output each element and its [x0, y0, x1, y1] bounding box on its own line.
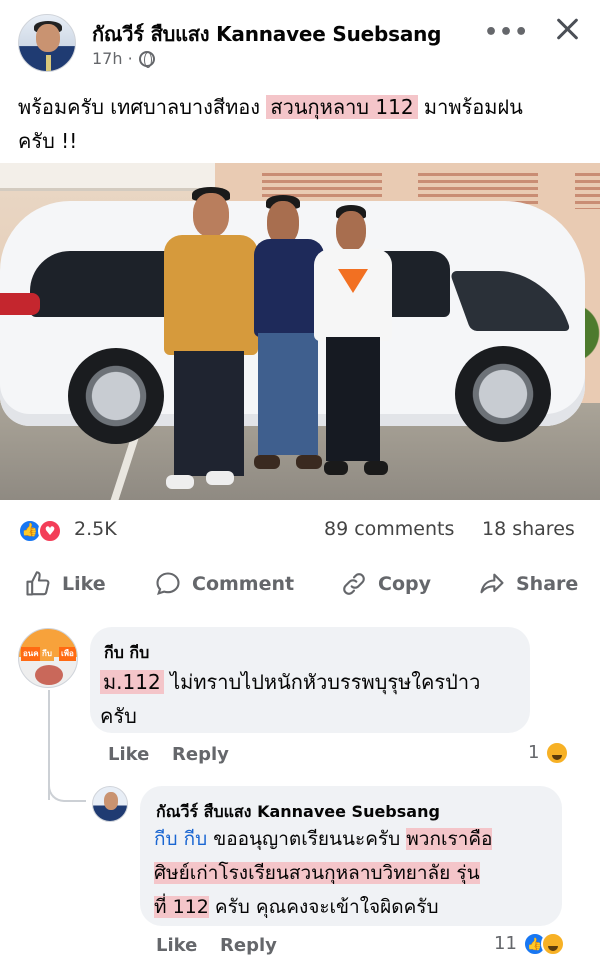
reply-highlight: ศิษย์เก่าโรงเรียนสวนกุหลาบวิทยาลัย รุ่น — [154, 862, 480, 884]
comment-reactions[interactable]: 1 — [528, 741, 570, 765]
post-header: กัณวีร์ สืบแสง Kannavee Suebsang 17h · •… — [0, 0, 600, 80]
comment-reply-button[interactable]: Reply — [172, 744, 229, 765]
haha-reaction-icon — [540, 932, 565, 956]
author-name[interactable]: กัณวีร์ สืบแสง Kannavee Suebsang — [92, 18, 442, 50]
author-avatar[interactable] — [18, 14, 76, 72]
comment-author[interactable]: กีบ กีบ — [104, 641, 149, 666]
reply-reactions[interactable]: 11 👍 — [494, 932, 565, 956]
mention-link[interactable]: กีบ กีบ — [154, 828, 207, 850]
post-photo[interactable] — [0, 163, 600, 500]
van-rear-wheel — [68, 348, 164, 444]
post-caption: พร้อมครับ เทศบาลบางสีทอง สวนกุหลาบ 112 ม… — [18, 90, 588, 158]
share-label: Share — [516, 573, 579, 595]
caption-line2: ครับ !! — [18, 129, 78, 153]
avatar-tag: อนค — [21, 647, 41, 661]
comment-icon — [156, 572, 180, 595]
reply-like-button[interactable]: Like — [156, 935, 197, 956]
comment-text-rest: ไม่ทราบไปหนักหัวบรรพบุรุษใครป่าว — [163, 670, 481, 694]
post-actions: Like Comment Copy Share — [0, 562, 600, 612]
comment-label: Comment — [192, 573, 295, 595]
post-stats: 👍 ♥ 2.5K 89 comments 18 shares — [0, 505, 600, 557]
person-right — [310, 203, 400, 483]
person-shoe — [206, 471, 234, 485]
person-head — [336, 211, 366, 251]
share-button[interactable]: Share — [478, 570, 578, 598]
person-pants — [258, 333, 318, 455]
avatar-face — [104, 792, 118, 810]
caption-highlight: สวนกุหลาบ 112 — [266, 95, 418, 119]
globe-icon — [138, 50, 155, 68]
person-head — [193, 193, 229, 237]
avatar-graphic — [35, 665, 63, 685]
reply-reply-button[interactable]: Reply — [220, 935, 277, 956]
person-shirt — [314, 249, 392, 341]
reply-bubble: กัณวีร์ สืบแสง Kannavee Suebsang กีบ กีบ… — [140, 786, 562, 926]
person-shoe — [364, 461, 388, 475]
avatar-face — [36, 24, 60, 52]
comment-button[interactable]: Comment — [154, 570, 294, 598]
like-button[interactable]: Like — [24, 570, 106, 598]
reply-text: กีบ กีบ ขออนุญาตเรียนนะครับ พวกเราคือ ศิ… — [154, 822, 554, 924]
person-left — [160, 183, 260, 493]
like-label: Like — [62, 573, 106, 595]
copy-label: Copy — [378, 573, 431, 595]
reply-author-avatar[interactable] — [92, 786, 128, 822]
haha-reaction-icon — [545, 741, 570, 765]
commenter-avatar[interactable]: อนค กีบ เพือ — [18, 628, 78, 688]
post-time[interactable]: 17h · — [92, 49, 133, 68]
more-options-button[interactable]: ••• — [484, 20, 529, 45]
avatar-tag: กีบ — [40, 647, 54, 661]
reaction-icons[interactable]: 👍 ♥ — [18, 519, 68, 543]
person-pants — [326, 337, 380, 461]
comment-like-button[interactable]: Like — [108, 744, 149, 765]
close-button[interactable] — [552, 14, 582, 44]
love-reaction-icon: ♥ — [38, 519, 62, 543]
avatar-tag: เพือ — [59, 647, 76, 661]
wall-vent — [575, 173, 600, 209]
avatar-tie — [46, 55, 51, 71]
person-shoe — [324, 461, 348, 475]
van-taillight — [0, 293, 40, 315]
thread-connector — [48, 770, 86, 802]
link-icon — [343, 573, 365, 595]
shares-count[interactable]: 18 shares — [482, 518, 575, 540]
caption-text: พร้อมครับ เทศบาลบางสีทอง — [18, 95, 267, 119]
comment-text-line2: ครับ — [100, 704, 137, 728]
comments-count[interactable]: 89 comments — [324, 518, 454, 540]
reaction-count[interactable]: 2.5K — [74, 518, 117, 540]
comment-reaction-count: 1 — [528, 742, 540, 763]
reply-text-a: ขออนุญาตเรียนนะครับ — [207, 828, 407, 850]
reply-highlight: พวกเราคือ — [406, 828, 493, 850]
post-meta: 17h · — [92, 49, 155, 68]
person-shoe — [166, 475, 194, 489]
person-shoe — [254, 455, 280, 469]
reply-text-b: ครับ คุณคงจะเข้าใจผิดครับ — [208, 896, 439, 918]
reply-reaction-count: 11 — [494, 933, 517, 954]
person-pants — [174, 351, 244, 476]
van-front-wheel — [455, 346, 551, 442]
share-arrow-icon — [480, 573, 504, 594]
thumbs-up-icon — [26, 571, 50, 596]
comment-text: ม.112 ไม่ทราบไปหนักหัวบรรพบุรุษใครป่าว ค… — [100, 665, 520, 733]
copy-button[interactable]: Copy — [340, 570, 431, 598]
comment-highlight: ม.112 — [100, 670, 164, 694]
comment-bubble: กีบ กีบ ม.112 ไม่ทราบไปหนักหัวบรรพบุรุษใ… — [90, 627, 530, 733]
caption-text-end: มาพร้อมฝน — [417, 95, 523, 119]
person-shirt — [164, 235, 258, 355]
reply-highlight: ที่ 112 — [154, 896, 209, 918]
van-front-window — [449, 271, 571, 331]
